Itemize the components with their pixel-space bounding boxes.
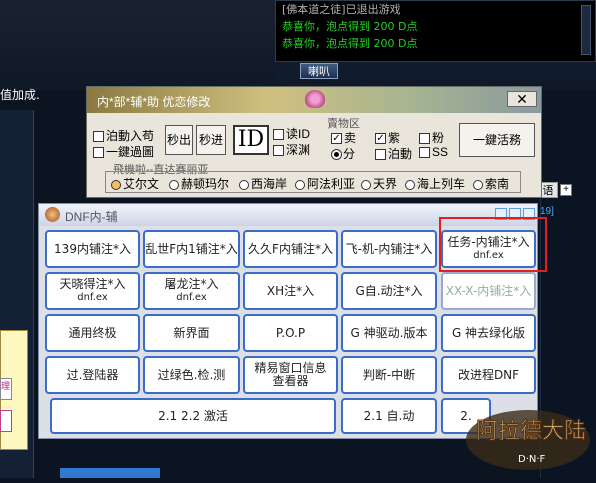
chat-scrollbar[interactable]	[581, 5, 591, 55]
left-field[interactable]: 理	[0, 378, 12, 400]
bottom-bar	[60, 468, 160, 478]
g-driver-button[interactable]: G 神驱动.版本	[341, 314, 437, 352]
universal-ultimate-button[interactable]: 通用终极	[45, 314, 140, 352]
close-button[interactable]: ✕	[507, 91, 537, 107]
checkbox-auto-pickup[interactable]: 泊動	[375, 145, 412, 162]
chat-line: [佛本道之徒]已退出游戏	[282, 3, 401, 16]
dnf-title: DNF内-辅	[65, 210, 118, 224]
checkbox-auto-shop[interactable]: 泊動入苟	[93, 127, 154, 144]
auto-21-button[interactable]: 2.1 自.动	[341, 398, 437, 434]
inject-jiujiu-button[interactable]: 久久F内铺注*入	[243, 230, 338, 268]
server-option[interactable]: 海上列车	[405, 175, 465, 192]
bypass-launcher-button[interactable]: 过.登陆器	[45, 356, 140, 394]
checkbox-ss[interactable]: SS	[419, 145, 448, 159]
game-logo: 阿拉德大陆 D·N·F	[448, 388, 596, 478]
checkbox-read-id[interactable]: 读ID	[273, 125, 310, 142]
chat-line: 恭喜你，泡点得到 200 D点	[282, 37, 418, 50]
tool-title: 内*部*辅*助 优恋修改	[97, 95, 211, 109]
server-option[interactable]: 阿法利亚	[295, 175, 355, 192]
logo-sub: D·N·F	[518, 454, 546, 465]
left-field[interactable]	[0, 410, 12, 432]
left-message: 值加成.	[0, 88, 40, 102]
inject-tianxiaode-button[interactable]: 天晓得注*入 dnf.ex	[45, 272, 140, 310]
new-interface-button[interactable]: 新界面	[143, 314, 240, 352]
activate-2122-button[interactable]: 2.1 2.2 激活	[50, 398, 336, 434]
inject-feiji-button[interactable]: 飞-机-内铺注*入	[341, 230, 437, 268]
inject-luanshi-button[interactable]: 乱世F内1铺注*入	[143, 230, 240, 268]
inject-g-auto-button[interactable]: G自.动注*入	[341, 272, 437, 310]
window-info-viewer-button[interactable]: 精易窗口信息查看器	[243, 356, 338, 394]
server-option[interactable]: 赫顿玛尔	[169, 175, 229, 192]
server-option[interactable]: 天界	[361, 175, 397, 192]
checkbox-deep-sea[interactable]: 深渊	[273, 141, 310, 158]
lotus-icon	[305, 90, 325, 108]
miao-in-button[interactable]: 秒进	[196, 125, 226, 155]
checkbox-sell[interactable]: 卖	[331, 129, 356, 146]
logo-text: 阿拉德大陆	[476, 419, 586, 444]
checkbox-one-key[interactable]: 一鍵過圖	[93, 143, 154, 160]
chat-line: 恭喜你，泡点得到 200 D点	[282, 20, 418, 33]
helper-tool-window: 内*部*辅*助 优恋修改 ✕ 泊動入苟 一鍵過圖 秒出 秒进 ID 读ID 深渊…	[86, 86, 542, 198]
server-option[interactable]: 索南	[473, 175, 509, 192]
miao-out-button[interactable]: 秒出	[165, 125, 193, 155]
tab-speaker[interactable]: 喇叭	[300, 63, 338, 79]
highlight-box	[439, 217, 547, 272]
checkbox-pink[interactable]: 粉	[419, 129, 444, 146]
judge-interrupt-button[interactable]: 判断-中断	[341, 356, 437, 394]
bypass-green-check-button[interactable]: 过绿色.检.测	[143, 356, 240, 394]
inject-139-button[interactable]: 139内铺注*入	[45, 230, 140, 268]
plus-icon[interactable]: +	[560, 184, 572, 196]
inject-xh-button[interactable]: XH注*入	[243, 272, 338, 310]
one-key-task-button[interactable]: 一鍵活務	[459, 123, 535, 157]
g-remove-green-button[interactable]: G 神去绿化版	[441, 314, 536, 352]
app-icon	[45, 207, 60, 222]
server-option[interactable]: 西海岸	[239, 175, 287, 192]
inject-xx-button[interactable]: XX-X-内铺注*入	[441, 272, 536, 310]
inject-tulong-button[interactable]: 屠龙注*入 dnf.ex	[143, 272, 240, 310]
id-button[interactable]: ID	[233, 125, 269, 155]
radio-split[interactable]: 分	[331, 145, 355, 162]
pop-button[interactable]: P.O.P	[243, 314, 338, 352]
checkbox-purple[interactable]: 紫	[375, 129, 400, 146]
server-option[interactable]: 艾尔文	[111, 175, 159, 192]
right-count: 19]	[540, 206, 554, 217]
tool-title-bar: 内*部*辅*助 优恋修改 ✕	[87, 87, 541, 113]
chat-box: [佛本道之徒]已退出游戏 恭喜你，泡点得到 200 D点 恭喜你，泡点得到 20…	[275, 0, 596, 62]
